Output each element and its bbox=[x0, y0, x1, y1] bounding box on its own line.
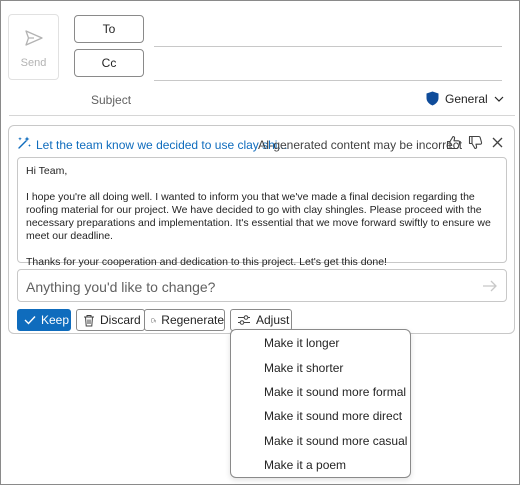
to-button[interactable]: To bbox=[74, 15, 144, 43]
checkmark-icon bbox=[24, 316, 36, 325]
keep-label: Keep bbox=[41, 313, 70, 327]
trash-icon bbox=[84, 314, 94, 326]
subject-label: Subject bbox=[91, 93, 132, 107]
menu-item-shorter[interactable]: Make it shorter bbox=[231, 356, 410, 380]
send-button[interactable]: Send bbox=[8, 14, 59, 80]
draft-greeting: Hi Team, bbox=[26, 165, 68, 177]
close-icon[interactable] bbox=[492, 137, 503, 148]
thumbs-down-icon[interactable] bbox=[468, 135, 483, 150]
thumbs-up-icon[interactable] bbox=[446, 135, 461, 150]
send-label: Send bbox=[20, 57, 47, 69]
draft-body[interactable]: Hi Team, I hope you're all doing well. I… bbox=[17, 157, 507, 268]
copilot-draft-card: Let the team know we decided to use clay… bbox=[8, 125, 515, 334]
menu-item-casual[interactable]: Make it sound more casual bbox=[231, 429, 410, 453]
discard-button[interactable]: Discard bbox=[76, 309, 145, 331]
copilot-sparkle-icon bbox=[18, 136, 31, 149]
prompt-title[interactable]: Let the team know we decided to use clay… bbox=[36, 138, 287, 152]
draft-paragraph: I hope you're all doing well. I wanted t… bbox=[26, 191, 491, 242]
sensitivity-dropdown[interactable]: General bbox=[426, 91, 504, 106]
adjust-menu: Make it longer Make it shorter Make it s… bbox=[230, 329, 411, 478]
adjust-label: Adjust bbox=[256, 313, 290, 327]
to-field[interactable] bbox=[154, 46, 502, 47]
cc-button[interactable]: Cc bbox=[74, 49, 144, 77]
copilot-header: Let the team know we decided to use clay… bbox=[9, 126, 514, 158]
ai-disclaimer: AI-generated content may be incorrect bbox=[258, 138, 463, 152]
discard-label: Discard bbox=[100, 313, 141, 327]
submit-arrow-icon[interactable] bbox=[482, 279, 498, 293]
menu-item-formal[interactable]: Make it sound more formal bbox=[231, 380, 410, 404]
compose-window: Send To Cc Subject General Let the team … bbox=[0, 0, 520, 485]
send-icon bbox=[24, 30, 43, 46]
regenerate-button[interactable]: Regenerate bbox=[144, 309, 225, 331]
adjust-button[interactable]: Adjust bbox=[230, 309, 292, 331]
cc-field[interactable] bbox=[154, 80, 502, 81]
adjust-sliders-icon bbox=[238, 315, 250, 325]
sensitivity-label: General bbox=[445, 91, 488, 106]
subject-field[interactable] bbox=[9, 115, 515, 116]
shield-icon bbox=[426, 91, 439, 106]
keep-button[interactable]: Keep bbox=[17, 309, 71, 331]
menu-item-direct[interactable]: Make it sound more direct bbox=[231, 404, 410, 428]
regenerate-label: Regenerate bbox=[161, 313, 224, 327]
regenerate-icon bbox=[151, 317, 157, 323]
change-request-input[interactable] bbox=[26, 278, 476, 296]
draft-closing: Thanks for your cooperation and dedicati… bbox=[26, 256, 387, 268]
change-request-box bbox=[17, 269, 507, 302]
menu-item-poem[interactable]: Make it a poem bbox=[231, 453, 410, 477]
menu-item-longer[interactable]: Make it longer bbox=[231, 331, 410, 355]
chevron-down-icon bbox=[494, 96, 504, 102]
